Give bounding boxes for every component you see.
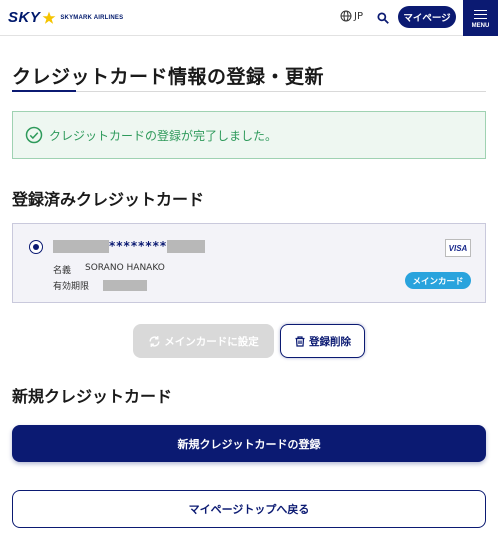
menu-label: MENU <box>471 22 490 29</box>
search-button[interactable] <box>376 10 390 24</box>
visa-logo: VISA <box>445 239 471 257</box>
card-number: ******** <box>53 239 206 253</box>
card-expiry-mask <box>103 280 147 291</box>
title-divider <box>12 91 486 92</box>
mypage-button[interactable]: マイページ <box>398 6 456 28</box>
logo-text: SKY <box>8 9 41 26</box>
card-number-masked: ******** <box>109 239 168 253</box>
star-icon <box>42 11 56 24</box>
refresh-icon <box>149 335 160 347</box>
success-message: クレジットカードの登録が完了しました。 <box>49 128 278 143</box>
card-name-value: SORANO HANAKO <box>85 263 165 273</box>
page-title: クレジットカード情報の登録・更新 <box>12 66 325 88</box>
language-switch[interactable]: JP <box>340 10 363 22</box>
menu-button[interactable]: MENU <box>463 0 498 36</box>
back-to-mypage-button[interactable]: マイページトップへ戻る <box>12 490 486 528</box>
site-header: SKY SKYMARK AIRLINES JP マイページ MENU <box>0 0 498 36</box>
card-name-label: 名義 <box>53 266 72 276</box>
check-circle-icon <box>25 126 43 144</box>
registered-card[interactable]: ******** 名義 SORANO HANAKO 有効期限 VISA メインカ… <box>12 223 486 303</box>
card-expiry-label: 有効期限 <box>53 282 90 292</box>
delete-card-label: 登録削除 <box>309 335 351 348</box>
registered-cards-title: 登録済みクレジットカード <box>12 190 205 209</box>
set-main-card-label: メインカードに設定 <box>164 335 259 348</box>
trash-icon <box>295 335 305 347</box>
logo-subtitle: SKYMARK AIRLINES <box>60 14 124 21</box>
new-card-title: 新規クレジットカード <box>12 387 173 406</box>
search-icon <box>377 12 389 24</box>
card-number-mask-start <box>53 239 109 253</box>
globe-icon <box>340 10 352 22</box>
card-select-radio[interactable] <box>29 240 43 254</box>
title-accent-bar <box>12 90 76 92</box>
set-main-card-button[interactable]: メインカードに設定 <box>133 324 274 358</box>
card-number-mask-end <box>167 239 206 253</box>
language-label: JP <box>354 10 363 22</box>
hamburger-icon <box>474 7 487 22</box>
delete-card-button[interactable]: 登録削除 <box>280 324 365 358</box>
main-card-badge: メインカード <box>405 272 471 289</box>
skymark-logo[interactable]: SKY SKYMARK AIRLINES <box>8 9 123 26</box>
success-alert: クレジットカードの登録が完了しました。 <box>12 111 486 159</box>
register-new-card-button[interactable]: 新規クレジットカードの登録 <box>12 425 486 462</box>
